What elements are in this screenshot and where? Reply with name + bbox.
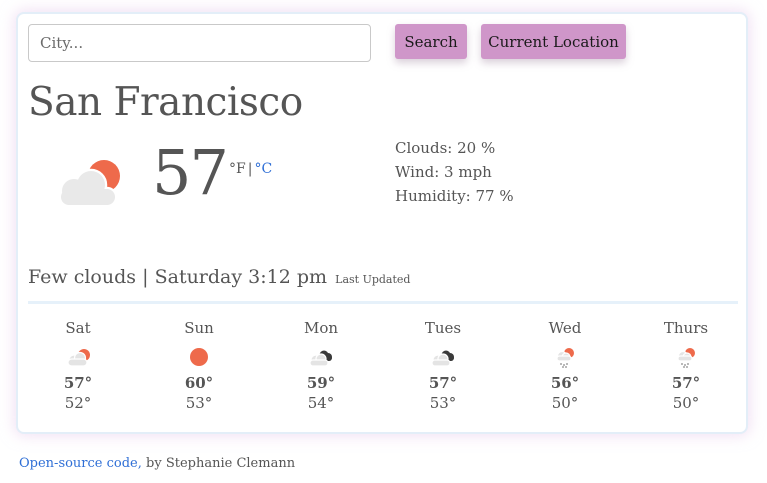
forecast-day-name: Sat	[65, 319, 91, 337]
updated-time: Saturday 3:12 pm	[154, 266, 328, 288]
forecast-day-name: Mon	[303, 319, 339, 337]
forecast-low: 50°	[672, 394, 700, 412]
weather-description: Few clouds	[28, 266, 136, 288]
forecast-day-name: Wed	[548, 319, 582, 337]
forecast-day: Mon 59° 54°	[271, 318, 371, 412]
city-search-input[interactable]	[28, 24, 371, 62]
current-temperature: 57	[152, 136, 229, 209]
forecast-day: Tues 57° 53°	[393, 318, 493, 412]
forecast-row: Sat 57° 52° Sun 60° 53° Mon 59° 54° Tues…	[18, 318, 746, 428]
weather-details: Clouds: 20 % Wind: 3 mph Humidity: 77 %	[395, 136, 514, 208]
forecast-low: 54°	[307, 394, 335, 412]
divider	[28, 301, 738, 304]
forecast-high: 56°	[550, 374, 580, 392]
forecast-low: 52°	[64, 394, 92, 412]
forecast-day: Wed 56° 50°	[515, 318, 615, 412]
wind-detail: Wind: 3 mph	[395, 163, 492, 181]
author-credit: by Stephanie Clemann	[141, 456, 296, 471]
unit-toggle: °F | °C	[229, 161, 272, 177]
celsius-link[interactable]: °C	[254, 161, 272, 177]
unit-separator: |	[247, 161, 253, 177]
few-clouds-day-icon	[58, 160, 120, 208]
forecast-low: 53°	[185, 394, 213, 412]
forecast-high: 57°	[428, 374, 458, 392]
fahrenheit-unit: °F	[229, 161, 246, 177]
source-code-link[interactable]: Open-source code,	[19, 456, 142, 471]
forecast-day: Thurs 57° 50°	[636, 318, 736, 412]
description-separator: |	[142, 266, 149, 288]
description-line: Few clouds | Saturday 3:12 pm Last Updat…	[28, 266, 410, 288]
clouds-detail: Clouds: 20 %	[395, 139, 496, 157]
forecast-day-name: Sun	[184, 319, 214, 337]
forecast-day: Sun 60° 53°	[149, 318, 249, 412]
humidity-detail: Humidity: 77 %	[395, 187, 514, 205]
forecast-low: 50°	[551, 394, 579, 412]
broken-clouds-icon	[309, 350, 332, 367]
forecast-low: 53°	[429, 394, 457, 412]
footer-credit: Open-source code, by Stephanie Clemann	[19, 456, 295, 471]
rain-sun-icon	[677, 348, 695, 368]
search-button[interactable]: Search	[395, 24, 467, 59]
forecast-high: 57°	[63, 374, 93, 392]
current-location-button[interactable]: Current Location	[481, 24, 626, 59]
forecast-day-name: Tues	[424, 319, 462, 337]
broken-clouds-icon	[431, 350, 454, 367]
few-clouds-day-icon	[67, 349, 90, 367]
forecast-high: 60°	[184, 374, 214, 392]
forecast-day-name: Thurs	[663, 319, 709, 337]
forecast-high: 59°	[306, 374, 336, 392]
rain-sun-icon	[556, 348, 574, 368]
forecast-day: Sat 57° 52°	[28, 318, 128, 412]
city-name: San Francisco	[28, 80, 303, 125]
last-updated-label: Last Updated	[335, 273, 411, 286]
weather-card: Search Current Location San Francisco 57…	[16, 12, 748, 434]
forecast-high: 57°	[671, 374, 701, 392]
clear-sun-icon	[190, 348, 208, 366]
